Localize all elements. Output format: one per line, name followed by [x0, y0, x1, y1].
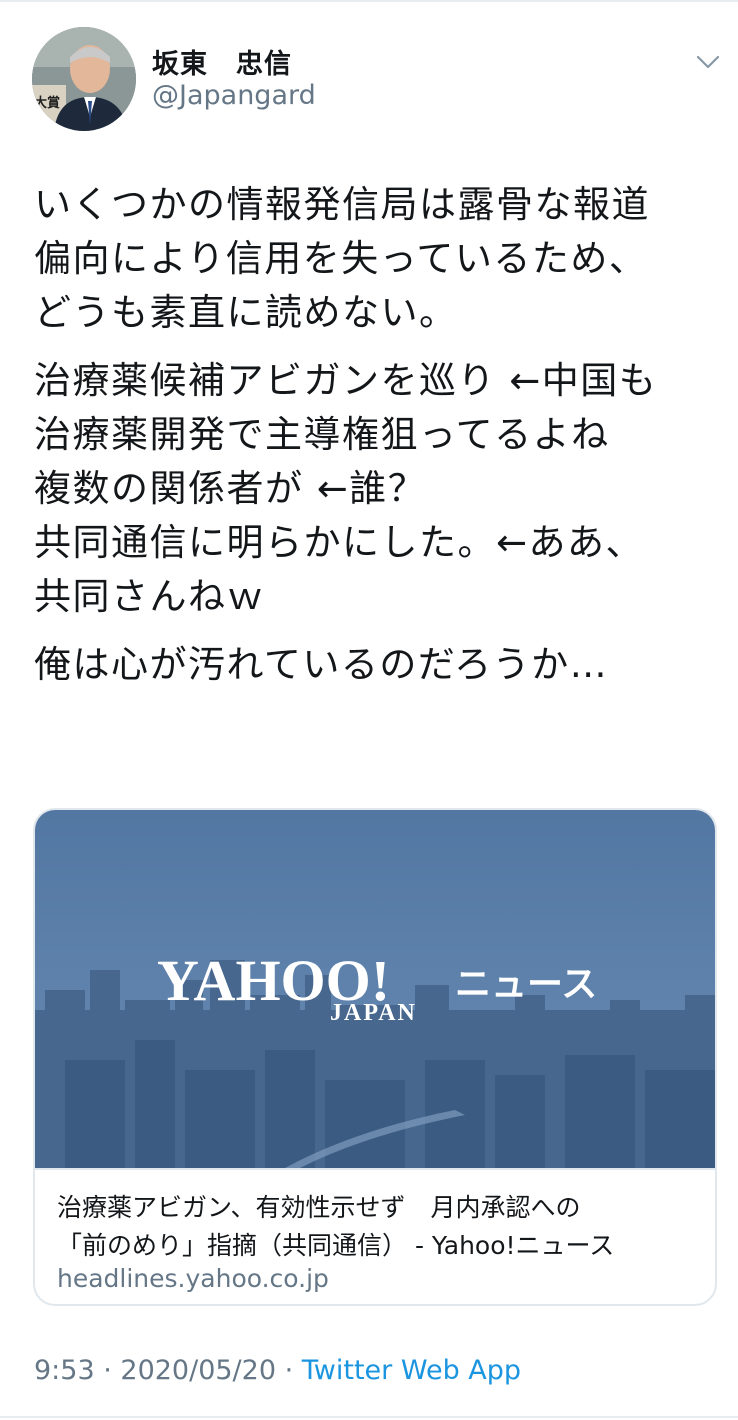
tweet-page: 大賞 坂東 忠信 @Japangard いくつかの情報発信局は露骨な報道 偏向に…: [0, 0, 738, 1420]
card-title-line-1: 治療薬アビガン、有効性示せず 月内承認への: [57, 1193, 581, 1222]
tweet-line: どうも素直に読めない。: [34, 291, 458, 334]
tweet-line: 治療薬候補アビガンを巡り ←中国も: [34, 359, 658, 402]
tweet-paragraph: いくつかの情報発信局は露骨な報道 偏向により信用を失っているため、 どうも素直に…: [34, 178, 724, 340]
tweet-paragraph: 俺は心が汚れているのだろうか…: [34, 638, 724, 692]
avatar-badge-text: 大賞: [34, 95, 60, 111]
author-handle[interactable]: @Japangard: [152, 80, 316, 111]
author-name[interactable]: 坂東 忠信: [152, 42, 292, 81]
avatar-photo: 大賞: [32, 27, 136, 131]
tweet-line: 俺は心が汚れているのだろうか…: [34, 643, 609, 686]
tweet-date[interactable]: 2020/05/20: [120, 1355, 276, 1386]
tweet-text: いくつかの情報発信局は露骨な報道 偏向により信用を失っているため、 どうも素直に…: [34, 178, 724, 706]
yahoo-japan-text: JAPAN: [330, 1000, 417, 1026]
avatar[interactable]: 大賞: [32, 27, 136, 131]
card-title-line-2: 「前のめり」指摘（共同通信） - Yahoo!ニュース: [57, 1231, 615, 1260]
tweet-line: いくつかの情報発信局は露骨な報道: [34, 183, 650, 226]
top-divider: [0, 0, 738, 2]
card-image: YAHOO! JAPAN ニュース: [35, 810, 715, 1168]
tweet-meta: 9:53 · 2020/05/20 · Twitter Web App: [34, 1355, 521, 1386]
tweet-paragraph: 治療薬候補アビガンを巡り ←中国も 治療薬開発で主導権狙ってるよね 複数の関係者…: [34, 354, 724, 624]
meta-separator: ·: [94, 1355, 121, 1386]
card-info: 治療薬アビガン、有効性示せず 月内承認への 「前のめり」指摘（共同通信） - Y…: [35, 1168, 715, 1304]
tweet-time[interactable]: 9:53: [34, 1355, 95, 1386]
tweet-line: 共同通信に明らかにした。←ああ、: [34, 521, 645, 564]
tweet-line: 偏向により信用を失っているため、: [34, 237, 648, 280]
tweet-line: 共同さんねｗ: [34, 575, 265, 618]
tweet-line: 複数の関係者が ←誰？: [34, 467, 427, 510]
card-domain: headlines.yahoo.co.jp: [57, 1264, 329, 1293]
meta-separator: ·: [276, 1355, 302, 1386]
bottom-divider: [0, 1416, 738, 1418]
chevron-down-icon[interactable]: [694, 48, 722, 76]
tweet-source-link[interactable]: Twitter Web App: [302, 1355, 521, 1386]
tweet-line: 治療薬開発で主導権狙ってるよね: [34, 413, 610, 456]
yahoo-news-text: ニュース: [455, 964, 597, 1005]
link-card[interactable]: YAHOO! JAPAN ニュース 治療薬アビガン、有効性示せず 月内承認への …: [33, 808, 717, 1306]
